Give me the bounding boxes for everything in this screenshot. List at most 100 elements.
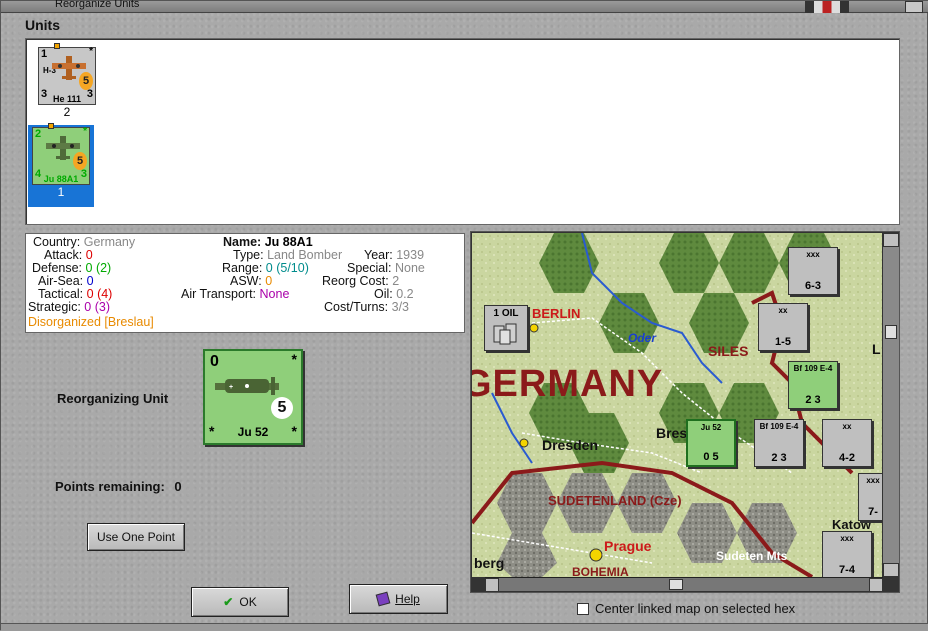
map-horizontal-scrollbar[interactable] <box>485 577 883 592</box>
name-value: Ju 88A1 <box>264 235 313 249</box>
map-viewport[interactable]: 1 OIL BERLIN Oder SILES GERMANY Dresden … <box>472 233 882 577</box>
country-value: Germany <box>83 235 136 249</box>
unit-counter-ju88a1[interactable]: 2 * 5 4 3 Ju 88A1 <box>32 123 90 185</box>
unit-counter-he111[interactable]: 1 * H-3 5 3 3 He 111 <box>38 43 96 105</box>
map-label-prague: Prague <box>604 538 652 554</box>
help-button-label: Help <box>395 592 420 606</box>
cost-turns-label: Cost/Turns: <box>324 300 389 314</box>
reorganize-units-window: Reorganize Units Units 1 * H-3 5 3 3 He … <box>0 0 928 631</box>
air-transport-label: Air Transport: <box>181 287 257 301</box>
map-counter-value: 1-5 <box>775 336 791 348</box>
counter-top-right-value: * <box>89 46 93 57</box>
tactical-label: Tactical: <box>38 287 84 301</box>
map-counter-value: 2 3 <box>805 394 821 406</box>
special-value: None <box>394 261 425 275</box>
oil-label: Oil: <box>374 287 393 301</box>
special-label: Special: <box>347 261 392 275</box>
map-counter-size: xxx <box>806 250 820 259</box>
use-one-point-button[interactable]: Use One Point <box>87 523 185 551</box>
counter-top-left-value: 2 <box>35 128 42 140</box>
reorg-cost-label: Reorg Cost: <box>322 274 389 288</box>
map-counter-size: xxx <box>866 476 880 485</box>
strategic-value: 0 (3) <box>84 300 110 314</box>
vertical-scroll-thumb[interactable] <box>885 325 897 339</box>
tactical-value: 0 (4) <box>86 287 113 301</box>
map-label-sudeten-mts: Sudeten Mts <box>716 549 788 563</box>
name-label: Name: <box>223 235 262 249</box>
title-bar: Reorganize Units <box>1 0 928 13</box>
map-unit-counter[interactable]: xx 1-5 <box>758 303 808 351</box>
map-unit-counter[interactable]: xxx 7-4 <box>822 531 872 577</box>
scroll-left-arrow-icon[interactable] <box>485 578 499 592</box>
range-label: Range: <box>222 261 263 275</box>
airsea-label: Air-Sea: <box>38 274 84 288</box>
oil-resource-counter[interactable]: 1 OIL <box>484 305 528 351</box>
map-counter-value: 7- <box>868 506 878 518</box>
help-book-icon <box>375 591 391 607</box>
center-linked-map-label: Center linked map on selected hex <box>595 601 796 616</box>
map-label-berlin: BERLIN <box>532 306 581 321</box>
counter-top-right-value: * <box>291 351 297 367</box>
map-label-oder: Oder <box>628 331 657 345</box>
status-disorganized: Disorganized [Breslau] <box>28 315 154 329</box>
map-unit-counter[interactable]: Bf 109 E-4 2 3 <box>788 361 838 409</box>
svg-text:+: + <box>229 384 233 391</box>
unit-slot-ju88a1[interactable]: 2 * 5 4 3 Ju 88A1 1 <box>28 123 94 207</box>
year-value: 1939 <box>396 248 425 262</box>
counter-bottom-right-value: * <box>291 423 297 439</box>
map-label-sudetenland: SUDETENLAND (Cze) <box>548 493 682 508</box>
unit-slot-count: 2 <box>63 105 71 119</box>
map-label-berg: berg <box>474 555 505 571</box>
scroll-down-arrow-icon[interactable] <box>883 563 899 577</box>
help-button[interactable]: Help <box>349 584 448 614</box>
scroll-right-arrow-icon[interactable] <box>869 578 883 592</box>
map-label-siles: SILES <box>708 343 749 359</box>
map-counter-value: 4-2 <box>839 452 855 464</box>
ok-button-label: OK <box>239 595 257 609</box>
cost-turns-value: 3/3 <box>391 300 410 314</box>
range-value: 0 (5/10) <box>265 261 309 275</box>
map-counter-size: xx <box>842 422 852 431</box>
defense-label: Defense: <box>32 261 83 275</box>
close-window-button[interactable] <box>905 1 923 13</box>
counter-top-right-value: * <box>83 126 87 137</box>
strategic-label: Strategic: <box>28 300 81 314</box>
iron-cross-ornament-icon <box>805 1 849 13</box>
reorganizing-unit-label: Reorganizing Unit <box>57 391 169 406</box>
nationality-dot-icon <box>48 123 54 129</box>
checkbox-box[interactable] <box>577 603 589 615</box>
attack-value: 0 <box>85 248 93 262</box>
map-unit-counter[interactable]: xxx 6-3 <box>788 247 838 295</box>
map-vertical-scrollbar[interactable] <box>883 233 899 577</box>
map-counter-value: 0 5 <box>703 451 719 463</box>
map-counter-value: 6-3 <box>805 280 821 292</box>
map-counter-size: xx <box>778 306 788 315</box>
counter-unit-name: Ju 88A1 <box>43 174 79 184</box>
unit-slot-count: 1 <box>57 185 65 199</box>
linked-map: 1 OIL BERLIN Oder SILES GERMANY Dresden … <box>470 231 900 593</box>
map-label-bohemia: BOHEMIA <box>572 565 629 577</box>
scroll-up-arrow-icon[interactable] <box>883 233 899 247</box>
defense-value: 0 (2) <box>85 261 112 275</box>
unit-slot-he111[interactable]: 1 * H-3 5 3 3 He 111 2 <box>34 43 100 119</box>
units-label: Units <box>25 17 60 33</box>
map-unit-counter[interactable]: xx 4-2 <box>822 419 872 467</box>
unit-info-panel: Country: Germany Attack: 0 Defense: 0 (2… <box>25 233 465 333</box>
oil-value: 0.2 <box>396 287 414 301</box>
center-linked-map-checkbox[interactable]: Center linked map on selected hex <box>577 601 795 616</box>
oil-resource-label: 1 OIL <box>493 308 519 319</box>
counter-top-left-value: 1 <box>41 48 48 60</box>
nationality-dot-icon <box>54 43 60 49</box>
map-unit-counter-selected[interactable]: Ju 52 0 5 <box>686 419 736 467</box>
map-unit-counter[interactable]: xxx 7- <box>858 473 882 521</box>
ok-button[interactable]: ✔ OK <box>191 587 289 617</box>
asw-label: ASW: <box>230 274 262 288</box>
map-label-bres: Bres <box>656 425 688 441</box>
map-counter-value: 2 3 <box>771 452 787 464</box>
airsea-value: 0 <box>86 274 94 288</box>
reorganizing-unit-counter: 0 * + 5 * Ju 52 * <box>203 349 303 445</box>
air-transport-value: None <box>259 287 290 301</box>
map-unit-counter[interactable]: Bf 109 E-4 2 3 <box>754 419 804 467</box>
units-list[interactable]: 1 * H-3 5 3 3 He 111 2 2 * 5 4 3 Ju 88A1… <box>25 38 900 225</box>
horizontal-scroll-thumb[interactable] <box>669 579 683 590</box>
